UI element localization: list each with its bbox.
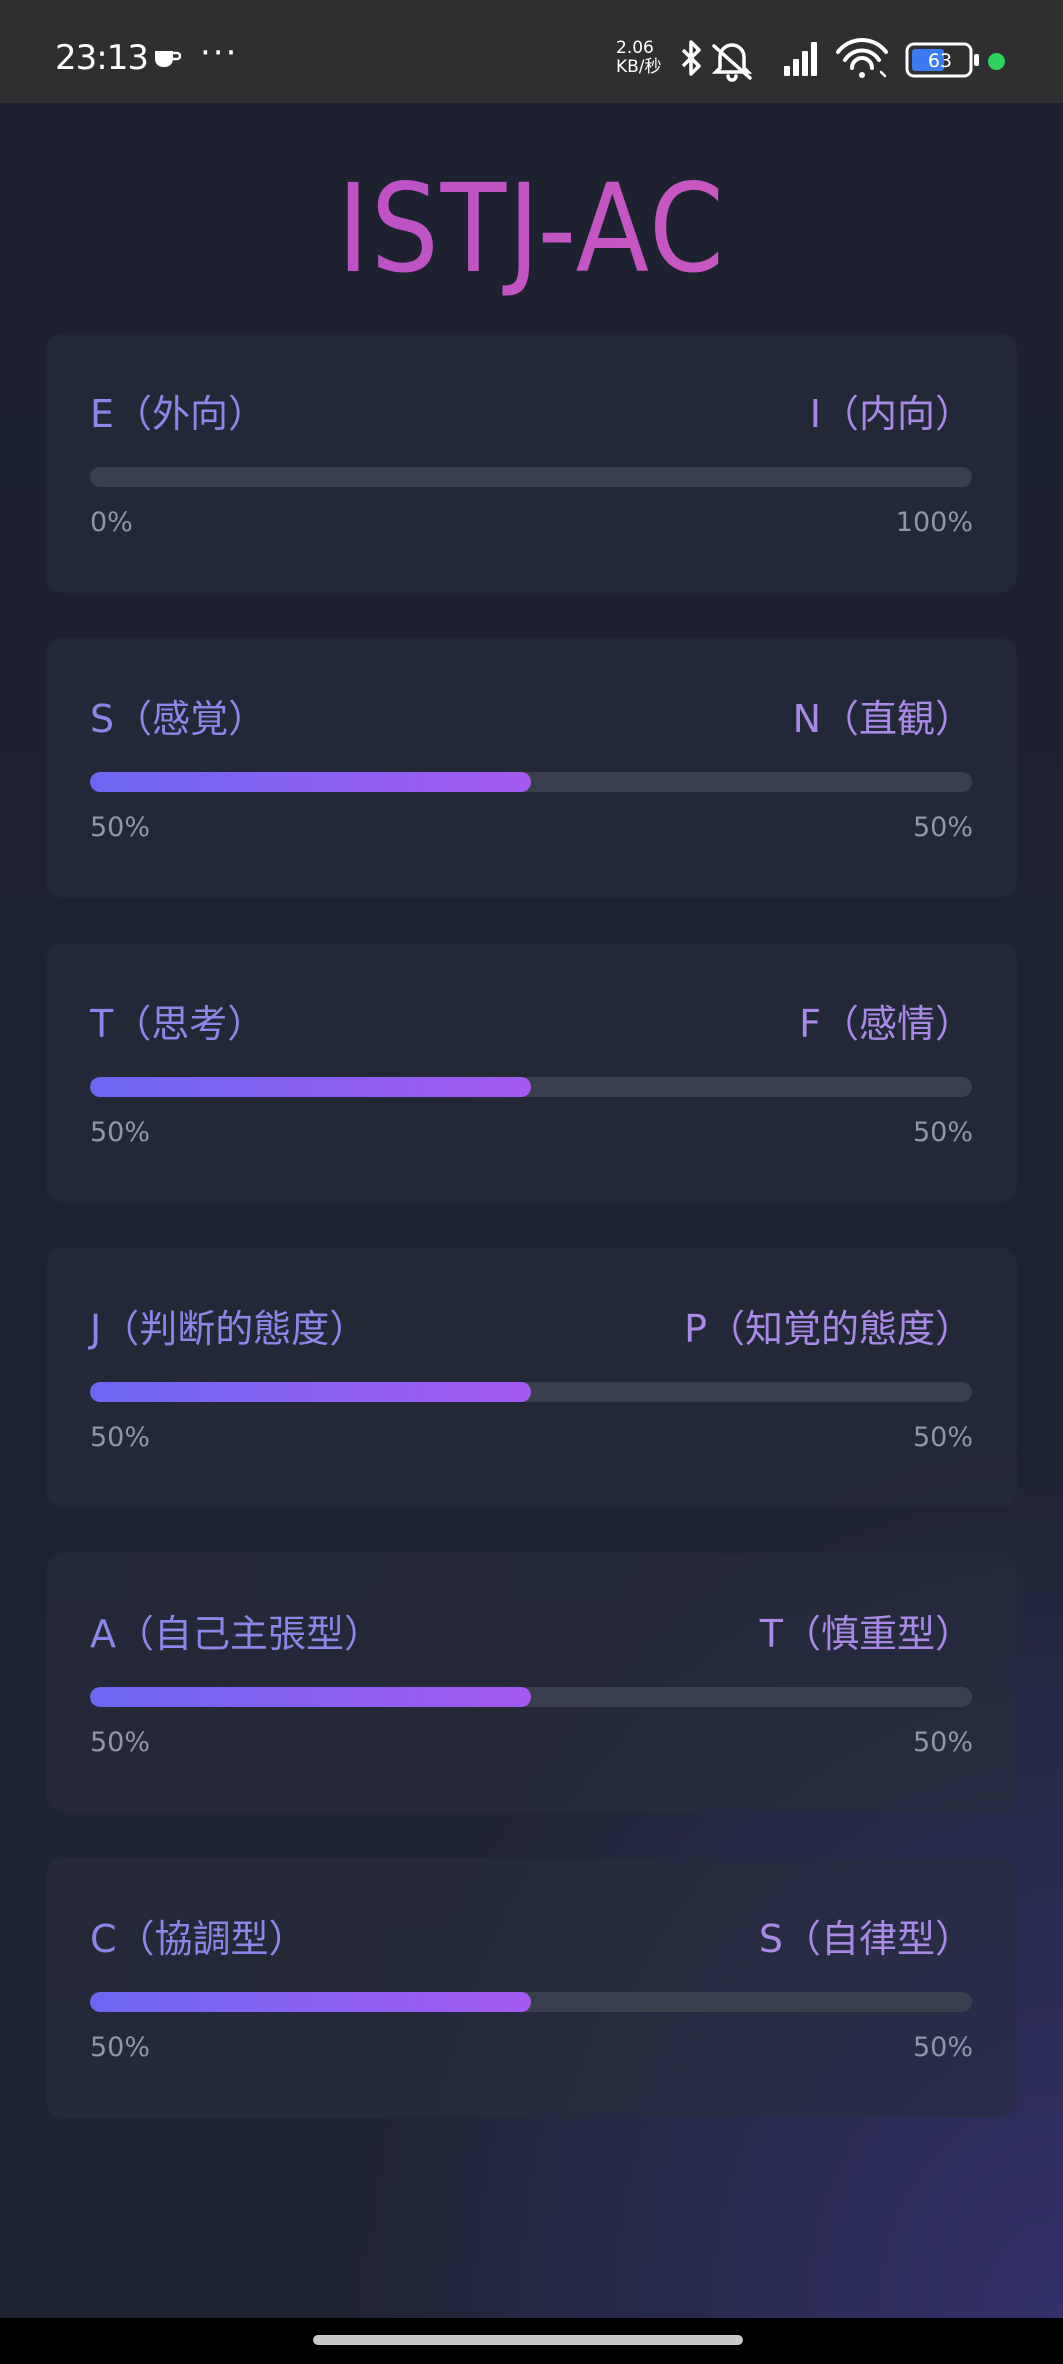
status-bar: 23:13 ··· 2.06 KB/秒 63 — [0, 0, 1063, 103]
scale-right-percent: 50% — [912, 1422, 973, 1453]
wifi-icon — [836, 38, 888, 78]
scale-progress-track — [90, 1382, 972, 1402]
network-speed-value: 2.06 — [616, 38, 654, 58]
scale-right-label: N（直観） — [792, 697, 973, 741]
scale-progress-fill — [90, 1992, 531, 2012]
status-time: 23:13 — [55, 38, 149, 78]
scale-left-percent: 50% — [90, 1727, 151, 1758]
scale-right-label: P（知覚的態度） — [684, 1307, 973, 1351]
scale-left-label: S（感覚） — [90, 697, 267, 741]
scale-left-percent: 50% — [90, 812, 151, 843]
scale-progress-track — [90, 772, 972, 792]
scale-left-percent: 50% — [90, 1422, 151, 1453]
scale-progress-fill — [90, 1382, 531, 1402]
scale-card: J（判断的態度） P（知覚的態度） 50% 50% — [46, 1248, 1017, 1508]
status-icons — [681, 38, 979, 82]
scale-progress-fill — [90, 772, 531, 792]
scale-right-label: S（自律型） — [758, 1917, 973, 1961]
bluetooth-icon — [681, 40, 701, 76]
more-dots: ··· — [200, 33, 239, 73]
scale-left-percent: 50% — [90, 2032, 151, 2063]
scale-progress-fill — [90, 1077, 531, 1097]
scale-right-percent: 50% — [912, 1727, 973, 1758]
app-content: ISTJ-AC E（外向） I（内向） 0% 100% S（感覚） N（直観） 50% 50%… — [0, 103, 1063, 2318]
scale-right-percent: 50% — [912, 2032, 973, 2063]
scale-right-percent: 50% — [912, 812, 973, 843]
scale-progress-fill — [90, 1687, 531, 1707]
scale-right-percent: 50% — [912, 1117, 973, 1148]
scale-card: T（思考） F（感情） 50% 50% — [46, 943, 1017, 1203]
scale-progress-track — [90, 1992, 972, 2012]
battery-level: 63 — [927, 50, 953, 72]
scale-card: A（自己主張型） T（慎重型） 50% 50% — [46, 1553, 1017, 1813]
scale-left-label: A（自己主張型） — [90, 1612, 382, 1656]
scale-left-label: E（外向） — [90, 392, 267, 436]
network-speed-unit: KB/秒 — [616, 57, 662, 77]
scale-left-percent: 0% — [90, 507, 133, 538]
privacy-indicator-dot — [988, 53, 1005, 70]
scale-progress-track — [90, 467, 972, 487]
scale-left-label: T（思考） — [90, 1002, 266, 1046]
network-speed: 2.06 KB/秒 — [616, 39, 662, 77]
navigation-bar — [0, 2318, 1063, 2364]
scale-left-label: C（協調型） — [90, 1917, 307, 1961]
page-title: ISTJ-AC — [64, 158, 999, 300]
cup-icon — [155, 51, 181, 67]
scale-left-percent: 50% — [90, 1117, 151, 1148]
scale-right-label: T（慎重型） — [759, 1612, 973, 1656]
scale-left-label: J（判断的態度） — [90, 1307, 368, 1351]
scale-right-label: F（感情） — [799, 1002, 973, 1046]
scale-card: S（感覚） N（直観） 50% 50% — [46, 638, 1017, 898]
scale-right-label: I（内向） — [809, 392, 973, 436]
scale-right-percent: 100% — [895, 507, 973, 538]
home-indicator[interactable] — [313, 2335, 743, 2345]
signal-icon — [784, 42, 817, 76]
mute-icon — [711, 43, 753, 82]
scale-progress-track — [90, 1687, 972, 1707]
scale-card: E（外向） I（内向） 0% 100% — [46, 333, 1017, 593]
scale-progress-track — [90, 1077, 972, 1097]
scale-card: C（協調型） S（自律型） 50% 50% — [46, 1858, 1017, 2118]
